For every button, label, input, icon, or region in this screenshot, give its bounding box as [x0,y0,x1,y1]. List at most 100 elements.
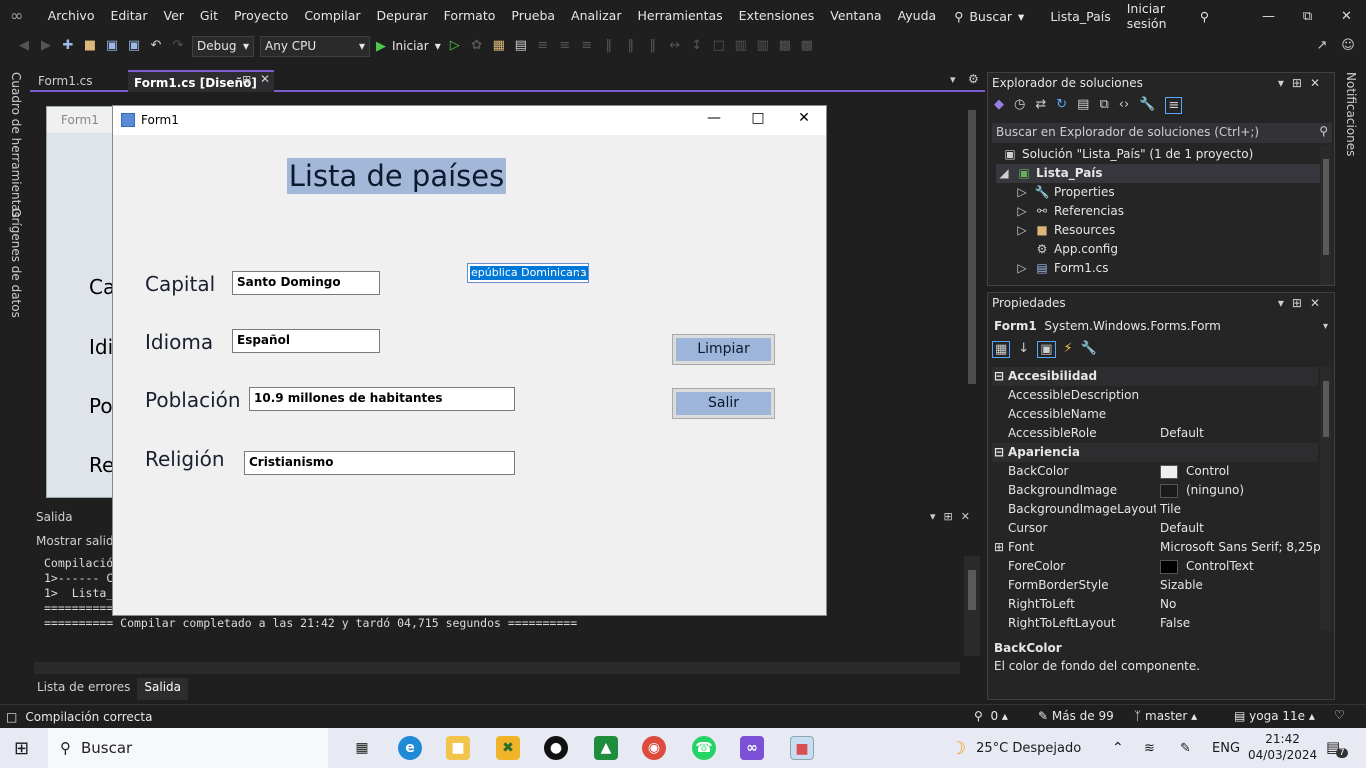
chevron-down-icon[interactable]: ⌄ [576,265,585,278]
clock[interactable]: 21:42 04/03/2024 [1248,731,1317,763]
solution-explorer-buttons[interactable]: ▾⊞✕ [1278,76,1328,90]
back-icon[interactable]: ◀ [16,38,32,54]
save-icon[interactable]: ▣ [104,38,120,54]
category-accesibilidad[interactable]: ⊟ Accesibilidad [992,367,1318,386]
language-indicator[interactable]: ENG [1212,728,1240,768]
align-bottoms-icon[interactable]: ‖ [645,38,661,54]
history-icon[interactable]: ◷ [1014,97,1025,114]
undo-icon[interactable]: ↶ [148,38,164,54]
menu-compilar[interactable]: Compilar [296,0,368,32]
signin-button[interactable]: Iniciar sesión ⚲ [1127,1,1209,31]
menu-depurar[interactable]: Depurar [369,0,436,32]
solution-folder-icon[interactable]: ▦ [491,38,507,54]
errors-indicator[interactable]: ⚲ 0 ▴ [974,709,1008,723]
open-folder-icon[interactable]: ■ [82,38,98,54]
poblacion-textbox[interactable]: 10.9 millones de habitantes [249,387,515,411]
scrollbar-thumb[interactable] [968,570,976,610]
property-row[interactable]: BackgroundImage (ninguno) [992,481,1318,500]
property-value[interactable]: False [1160,614,1190,633]
platform-select[interactable]: Any CPU ▾ [260,35,370,57]
whatsapp-icon[interactable]: ☎ [692,736,716,760]
property-row[interactable]: FormBorderStyle Sizable [992,576,1318,595]
menu-ver[interactable]: Ver [155,0,191,32]
v-spacing-icon[interactable]: ▥ [755,38,771,54]
tree-item[interactable]: ▷ ▤ Form1.cs [1014,259,1108,278]
edge-icon[interactable]: e [398,736,422,760]
tab-output[interactable]: Salida [137,678,188,700]
property-row[interactable]: RightToLeftLayout False [992,614,1318,633]
property-value[interactable]: Sizable [1160,576,1203,595]
scrollbar-thumb[interactable] [1323,381,1329,437]
winforms-app-icon[interactable]: ■ [790,736,814,760]
wifi-icon[interactable]: ≋ [1144,728,1155,768]
property-row[interactable]: AccessibleName [992,405,1318,424]
align-middles-icon[interactable]: ‖ [623,38,639,54]
properties-buttons[interactable]: ▾⊞✕ [1278,296,1328,310]
property-value-wrap[interactable]: (ninguno) [1160,481,1244,500]
menu-ventana[interactable]: Ventana [822,0,889,32]
tree-scrollbar[interactable] [1320,145,1332,285]
design-label-religion[interactable]: Re [89,453,114,477]
feedback-icon[interactable]: ☺ [1340,38,1356,54]
share-icon[interactable]: ↗ [1314,38,1330,54]
expand-icon[interactable]: ◢ [996,164,1012,183]
same-height-icon[interactable]: ↕ [689,38,705,54]
pin-icon[interactable]: ⊞ [242,73,251,86]
chevron-down-icon[interactable]: ▾ [1323,321,1328,332]
file-explorer-icon[interactable]: ■ [446,736,470,760]
property-value[interactable]: No [1160,595,1176,614]
categorized-icon[interactable]: ▦ [992,341,1011,358]
live-share-icon[interactable]: ⚲ [1200,9,1209,24]
align-rights-icon[interactable]: ≡ [579,38,595,54]
visual-studio-logo-icon[interactable]: ∞ [10,5,34,27]
country-combobox[interactable]: epública Dominicana ⌄ [467,263,589,283]
refresh-icon[interactable]: ↻ [1056,97,1067,114]
task-view-icon[interactable]: ▦ [350,736,374,760]
menu-editar[interactable]: Editar [102,0,155,32]
category-apariencia[interactable]: ⊟ Apariencia [992,443,1318,462]
menu-archivo[interactable]: Archivo [40,0,103,32]
align-lefts-icon[interactable]: ≡ [535,38,551,54]
tree-item[interactable]: ▷ ⚯ Referencias [1014,202,1124,221]
property-row[interactable]: Cursor Default [992,519,1318,538]
config-select[interactable]: Debug ▾ [192,35,254,57]
collapsed-icon[interactable]: ▷ [1014,259,1030,278]
datasources-tab[interactable]: Orígenes de datos [9,208,23,318]
solution-search-input[interactable]: Buscar en Explorador de soluciones (Ctrl… [992,123,1332,143]
menu-ayuda[interactable]: Ayuda [890,0,945,32]
salir-button[interactable]: Salir [672,388,775,419]
bring-front-icon[interactable]: ▩ [777,38,793,54]
windows-start-icon[interactable]: ⊞ [14,738,29,759]
layout-icon[interactable]: ▤ [513,38,529,54]
send-back-icon[interactable]: ▩ [799,38,815,54]
output-scrollbar[interactable] [964,556,980,656]
start-button[interactable]: ▶ Iniciar ▾ [376,39,441,54]
menu-analizar[interactable]: Analizar [563,0,629,32]
expand-icon[interactable]: ⊞ [994,538,1004,557]
preview-icon[interactable]: ≡ [1165,97,1183,114]
property-value-wrap[interactable]: Control [1160,462,1229,481]
tree-project[interactable]: ◢ ▣ Lista_País [996,164,1320,183]
repo-indicator[interactable]: ▤ yoga 11e ▴ [1234,709,1315,723]
property-row[interactable]: BackgroundImageLayout Tile [992,500,1318,519]
pen-icon[interactable]: ✎ [1180,728,1191,768]
property-row[interactable]: ⊞ Font Microsoft Sans Serif; 8,25pt [992,538,1325,557]
collapse-icon[interactable]: ▤ [1077,97,1089,114]
redo-icon[interactable]: ↷ [170,38,186,54]
design-label-idioma[interactable]: Idi [89,335,113,359]
tree-solution[interactable]: ▣ Solución "Lista_País" (1 de 1 proyecto) [1002,145,1253,164]
sync-icon[interactable]: ⇄ [1035,97,1046,114]
property-value-wrap[interactable]: ControlText [1160,557,1254,576]
property-row[interactable]: AccessibleRole Default [992,424,1318,443]
idioma-textbox[interactable]: Español [232,329,380,353]
same-size-icon[interactable]: □ [711,38,727,54]
gear-icon[interactable]: ⚙ [968,72,979,86]
show-all-icon[interactable]: ⧉ [1099,97,1108,114]
religion-textbox[interactable]: Cristianismo [244,451,515,475]
xampp-icon[interactable]: ✖ [496,736,520,760]
menu-formato[interactable]: Formato [436,0,504,32]
designer-scrollbar[interactable] [964,100,980,496]
output-hscrollbar[interactable] [34,662,960,674]
chevron-down-icon[interactable]: ▾ [950,73,956,86]
property-row[interactable]: BackColor Control [992,462,1318,481]
